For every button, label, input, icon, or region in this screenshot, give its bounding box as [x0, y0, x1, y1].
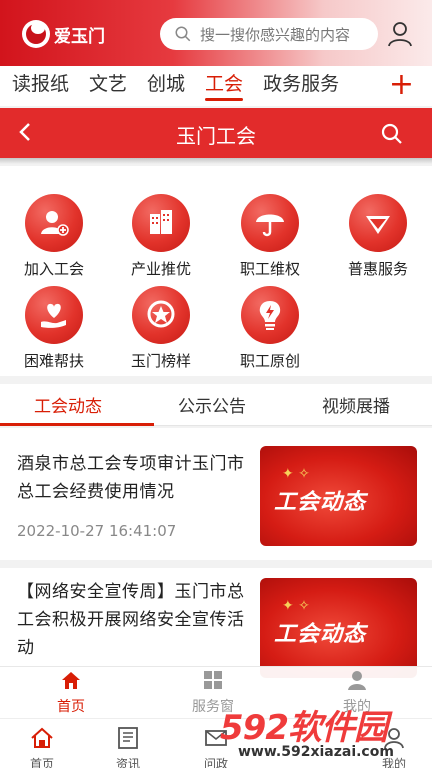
news-time: 2022-10-27 16:41:07 — [17, 522, 177, 540]
nav2-label: 资讯 — [115, 757, 140, 768]
app-logo[interactable]: 爱玉门 — [22, 20, 105, 48]
news-thumbnail: ✦ ✧ 工会动态 — [260, 578, 417, 678]
spark-icon: ✦ ✧ — [282, 598, 310, 614]
document-icon — [118, 727, 138, 749]
grid-label: 困难帮扶 — [23, 352, 84, 370]
channel-tab-city[interactable]: 创城 — [147, 66, 185, 106]
grid-item-model[interactable]: 玉门榜样 — [111, 286, 211, 371]
news-thumbnail: ✦ ✧ 工会动态 — [260, 446, 417, 546]
grid-item-industry[interactable]: 产业推优 — [111, 194, 211, 279]
title-bar: 玉门工会 — [0, 108, 432, 158]
nav-home[interactable]: 首页 — [26, 669, 116, 716]
tab-videos[interactable]: 视频展播 — [322, 392, 390, 417]
search-input[interactable]: 搜一搜你感兴趣的内容 — [160, 18, 378, 50]
news-item[interactable]: 酒泉市总工会专项审计玉门市总工会经费使用情况 2022-10-27 16:41:… — [0, 428, 432, 560]
nav2-label: 首页 — [29, 757, 54, 768]
watermark-url: www.592xiazai.com — [238, 744, 394, 760]
person-icon — [348, 671, 366, 690]
tab-union-news[interactable]: 工会动态 — [34, 392, 102, 417]
home-icon — [62, 672, 80, 689]
grid-label: 加入工会 — [23, 260, 84, 278]
grid-item-join-union[interactable]: 加入工会 — [4, 194, 104, 279]
user-icon[interactable] — [386, 20, 414, 48]
grid-label: 产业推优 — [130, 260, 191, 278]
grid-label: 玉门榜样 — [130, 352, 191, 370]
grid-icon — [204, 671, 222, 689]
grid-item-rights[interactable]: 职工维权 — [220, 194, 320, 279]
news-item[interactable]: 【网络安全宣传周】玉门市总工会积极开展网络安全宣传活动 ✦ ✧ 工会动态 — [0, 568, 432, 678]
news-title: 酒泉市总工会专项审计玉门市总工会经费使用情况 — [17, 454, 245, 502]
page-title: 玉门工会 — [176, 124, 256, 148]
nav-label: 首页 — [57, 699, 85, 715]
grid-item-benefit[interactable]: 普惠服务 — [328, 194, 428, 279]
thumbnail-text: 工会动态 — [274, 490, 367, 515]
grid-label: 普惠服务 — [347, 260, 408, 278]
sub-tabs: 工会动态 公示公告 视频展播 — [0, 384, 432, 426]
site-watermark: 592软件园 www.592xiazai.com — [220, 700, 430, 766]
channel-tab-newspaper[interactable]: 读报纸 — [12, 66, 69, 106]
news-title: 【网络安全宣传周】玉门市总工会积极开展网络安全宣传活动 — [17, 582, 245, 658]
active-tab-indicator — [0, 423, 154, 426]
thumbnail-text: 工会动态 — [274, 622, 367, 647]
grid-label: 职工原创 — [239, 352, 300, 370]
watermark-main: 592软件园 — [220, 708, 388, 748]
home-outline-icon — [31, 727, 53, 748]
nav2-news[interactable]: 资讯 — [98, 725, 158, 768]
channel-tab-union[interactable]: 工会 — [205, 66, 244, 106]
service-grid: 加入工会 产业推优 职工维权 普惠服务 困难帮扶 玉门榜样 职工原创 — [0, 166, 432, 376]
nav2-home[interactable]: 首页 — [12, 725, 72, 768]
channel-tab-arts[interactable]: 文艺 — [89, 66, 127, 106]
heart-hand-icon — [25, 286, 83, 344]
channel-tabs: 读报纸 文艺 创城 工会 政务服务 + — [0, 66, 432, 106]
tab-announcements[interactable]: 公示公告 — [178, 392, 246, 417]
grid-item-aid[interactable]: 困难帮扶 — [4, 286, 104, 371]
search-placeholder: 搜一搜你感兴趣的内容 — [200, 25, 351, 44]
diamond-icon — [349, 194, 407, 252]
bulb-icon — [241, 286, 299, 344]
logo-icon — [22, 20, 50, 48]
channel-tab-government[interactable]: 政务服务 — [263, 66, 339, 106]
star-badge-icon — [132, 286, 190, 344]
add-user-icon — [25, 194, 83, 252]
add-channel-button[interactable]: + — [389, 70, 414, 100]
search-icon — [175, 26, 191, 42]
spark-icon: ✦ ✧ — [282, 466, 310, 482]
divider — [0, 158, 432, 164]
grid-item-original[interactable]: 职工原创 — [220, 286, 320, 371]
bar-search-icon[interactable] — [380, 122, 404, 146]
building-icon — [132, 194, 190, 252]
grid-label: 职工维权 — [239, 260, 300, 278]
umbrella-icon — [241, 194, 299, 252]
logo-text: 爱玉门 — [54, 26, 105, 47]
app-header: 爱玉门 搜一搜你感兴趣的内容 — [0, 0, 432, 66]
